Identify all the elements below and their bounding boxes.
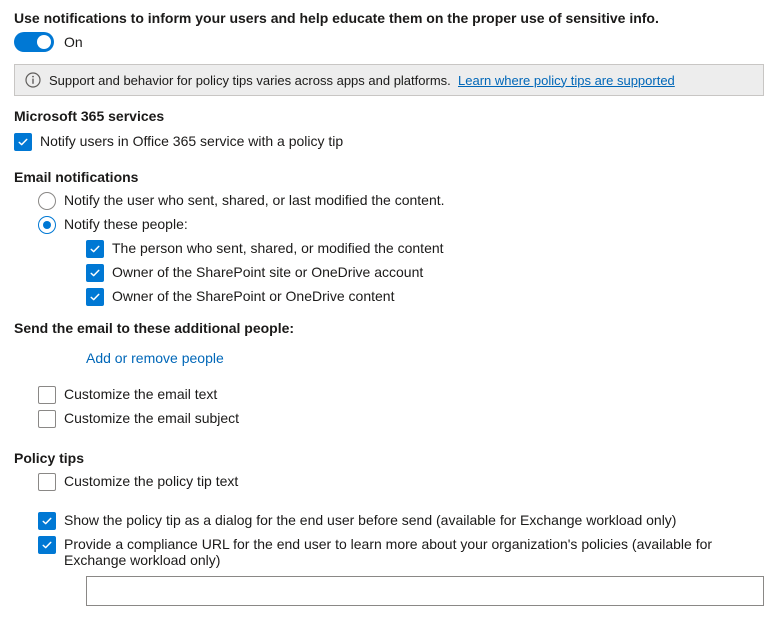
cb-compliance-url-row: Provide a compliance URL for the end use… [38,535,764,568]
cb-customize-subject[interactable] [38,410,56,428]
compliance-url-input[interactable] [86,576,764,606]
cb-customize-subject-row: Customize the email subject [38,409,764,428]
email-notifications-heading: Email notifications [14,169,764,185]
cb-owner-content-row: Owner of the SharePoint or OneDrive cont… [86,287,764,306]
info-bar-link[interactable]: Learn where policy tips are supported [458,73,675,88]
cb-compliance-url-label: Provide a compliance URL for the end use… [64,535,764,568]
radio-notify-sender-row: Notify the user who sent, shared, or las… [38,191,764,210]
cb-person-label: The person who sent, shared, or modified… [112,239,764,256]
cb-customize-tip-text[interactable] [38,473,56,491]
toggle-state-label: On [64,34,83,50]
notify-users-row: Notify users in Office 365 service with … [14,132,764,151]
info-bar-text: Support and behavior for policy tips var… [49,73,675,88]
add-remove-people-link[interactable]: Add or remove people [86,350,224,366]
info-bar: Support and behavior for policy tips var… [14,64,764,96]
cb-tip-dialog-row: Show the policy tip as a dialog for the … [38,511,764,530]
cb-customize-tip-text-label: Customize the policy tip text [64,472,764,489]
cb-customize-text-label: Customize the email text [64,385,764,402]
additional-people-heading: Send the email to these additional peopl… [14,320,764,336]
cb-owner-site[interactable] [86,264,104,282]
cb-tip-dialog[interactable] [38,512,56,530]
cb-owner-site-label: Owner of the SharePoint site or OneDrive… [112,263,764,280]
cb-owner-content[interactable] [86,288,104,306]
radio-notify-sender-label: Notify the user who sent, shared, or las… [64,191,764,208]
toggle-knob [37,35,51,49]
notify-users-checkbox[interactable] [14,133,32,151]
cb-tip-dialog-label: Show the policy tip as a dialog for the … [64,511,764,528]
cb-customize-tip-text-row: Customize the policy tip text [38,472,764,491]
info-icon [25,72,41,88]
page-description: Use notifications to inform your users a… [14,10,764,26]
cb-owner-content-label: Owner of the SharePoint or OneDrive cont… [112,287,764,304]
cb-customize-text-row: Customize the email text [38,385,764,404]
cb-compliance-url[interactable] [38,536,56,554]
cb-owner-site-row: Owner of the SharePoint site or OneDrive… [86,263,764,282]
cb-customize-text[interactable] [38,386,56,404]
radio-notify-sender[interactable] [38,192,56,210]
radio-notify-people-row: Notify these people: [38,215,764,234]
m365-heading: Microsoft 365 services [14,108,764,124]
cb-person-row: The person who sent, shared, or modified… [86,239,764,258]
notify-users-label: Notify users in Office 365 service with … [40,132,764,149]
cb-person[interactable] [86,240,104,258]
notifications-toggle[interactable] [14,32,54,52]
cb-customize-subject-label: Customize the email subject [64,409,764,426]
info-bar-message: Support and behavior for policy tips var… [49,73,451,88]
notifications-toggle-row: On [14,32,764,52]
policy-tips-heading: Policy tips [14,450,764,466]
radio-notify-people-label: Notify these people: [64,215,764,232]
radio-notify-people[interactable] [38,216,56,234]
